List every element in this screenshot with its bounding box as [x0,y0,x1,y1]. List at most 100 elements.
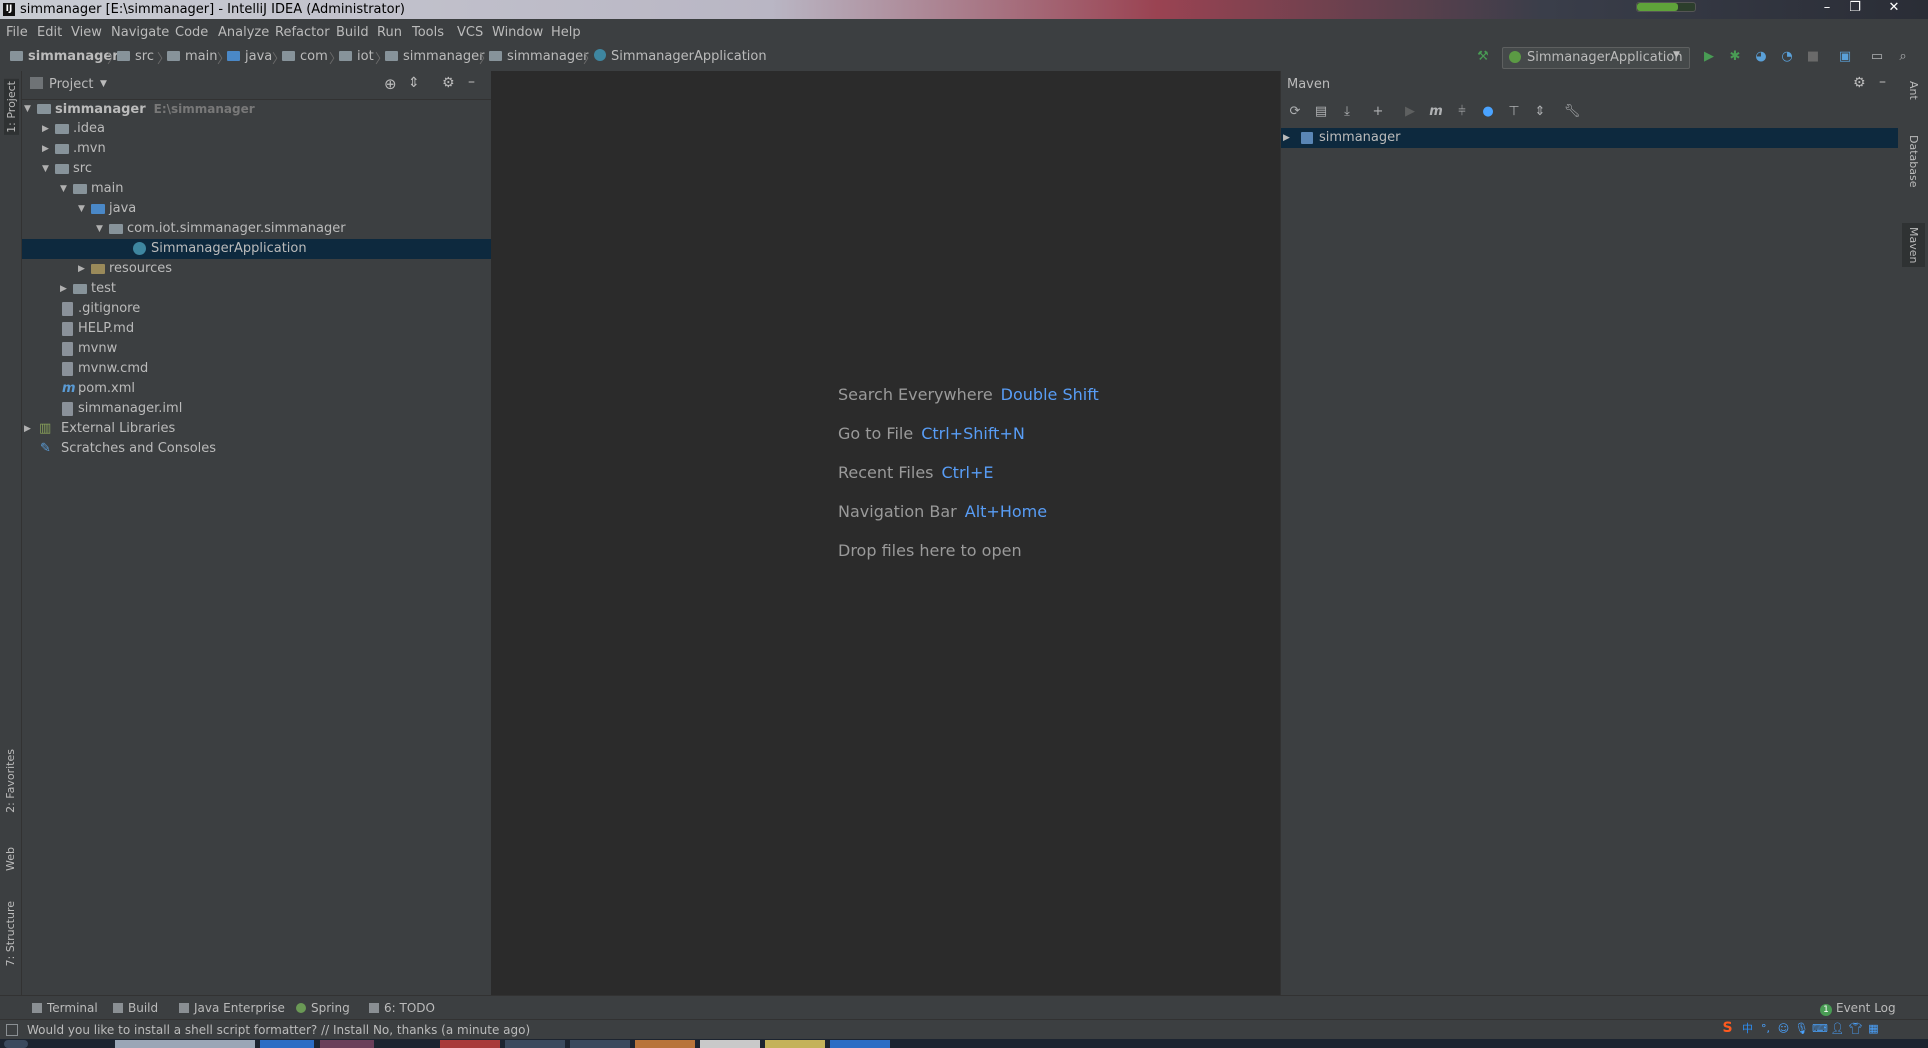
taskbar-app[interactable] [700,1040,760,1048]
start-button[interactable] [4,1040,28,1048]
coverage-icon[interactable]: ◕ [1752,48,1770,66]
show-dependencies-icon[interactable]: ⊤ [1505,103,1523,121]
menu-run[interactable]: Run [377,25,402,40]
menu-file[interactable]: File [6,25,28,40]
gear-icon[interactable]: ⚙ [1853,75,1866,91]
tree-item-simmanager-application[interactable]: SimmanagerApplication [22,239,491,259]
taskbar-app[interactable] [115,1040,255,1048]
editor-area[interactable]: Search Everywhere Double Shift Go to File… [492,71,1278,995]
presentation-mode-icon[interactable]: ▭ [1868,48,1886,66]
taskbar-app[interactable] [505,1040,565,1048]
taskbar-app[interactable] [830,1040,890,1048]
tool-windows-toggle-icon[interactable] [6,1024,18,1036]
tab-ant[interactable]: Ant [1907,81,1920,100]
tree-item-src[interactable]: ▼ src [22,159,491,179]
wrench-icon[interactable]: 🔧︎ [1563,103,1581,121]
breadcrumb-java[interactable]: java [227,49,272,64]
breadcrumb-simmanager-1[interactable]: simmanager [385,49,484,64]
close-button[interactable]: ✕ [1878,0,1910,17]
execute-goal-icon[interactable]: m [1427,103,1445,121]
tab-todo[interactable]: 6: TODO [369,1001,435,1015]
tree-item-java[interactable]: ▼ java [22,199,491,219]
stop-icon[interactable]: ■ [1804,48,1822,66]
menu-analyze[interactable]: Analyze [218,25,269,40]
tab-project[interactable]: 1: Project [4,79,19,135]
tab-spring[interactable]: Spring [296,1001,350,1015]
tree-item-resources[interactable]: ▶ resources [22,259,491,279]
skin-shirt-icon[interactable]: 👕︎ [1848,1021,1863,1036]
tree-item-idea[interactable]: ▶ .idea [22,119,491,139]
punctuation-icon[interactable]: °, [1758,1021,1773,1036]
taskbar-app[interactable] [440,1040,500,1048]
collapse-all-icon[interactable]: ⇕ [1531,103,1549,121]
tree-item-pom-xml[interactable]: m pom.xml [22,379,491,399]
tab-database[interactable]: Database [1907,135,1920,188]
menu-navigate[interactable]: Navigate [111,25,169,40]
taskbar-app[interactable] [635,1040,695,1048]
breadcrumb-class[interactable]: SimmanagerApplication [594,49,767,64]
tree-item-scratches[interactable]: ✎ Scratches and Consoles [22,439,491,459]
debug-bug-icon[interactable]: ✱ [1726,48,1744,66]
gear-icon[interactable]: ⚙ [442,75,455,91]
run-icon[interactable]: ▶ [1401,103,1419,121]
search-icon[interactable]: ⌕ [1894,48,1912,66]
maven-project-row[interactable]: ▶ simmanager [1281,128,1899,148]
tab-maven[interactable]: Maven [1902,223,1925,268]
breadcrumb-com[interactable]: com [282,49,328,64]
status-message[interactable]: Would you like to install a shell script… [27,1023,530,1037]
tree-item-main[interactable]: ▼ main [22,179,491,199]
tab-structure[interactable]: 7: Structure [4,901,17,966]
breadcrumb-simmanager-2[interactable]: simmanager [489,49,588,64]
add-icon[interactable]: + [1369,103,1387,121]
taskbar-app[interactable] [765,1040,825,1048]
run-configuration-selector[interactable]: SimmanagerApplication ▼ [1502,47,1690,69]
ime-chinese-mode[interactable]: 中 [1740,1021,1755,1036]
hide-panel-icon[interactable]: – [1879,74,1886,90]
menu-build[interactable]: Build [336,25,369,40]
download-icon[interactable]: ⤓ [1338,103,1356,121]
breadcrumb-iot[interactable]: iot [339,49,374,64]
tree-item-test[interactable]: ▶ test [22,279,491,299]
locate-file-icon[interactable]: ⊕ [384,75,397,93]
tree-item-mvnw[interactable]: mvnw [22,339,491,359]
project-view-selector[interactable]: Project [49,77,93,92]
breadcrumb-main[interactable]: main [167,49,217,64]
menu-edit[interactable]: Edit [37,25,62,40]
skip-tests-icon[interactable]: ● [1479,103,1497,121]
reload-icon[interactable]: ⟳ [1286,103,1304,121]
generate-sources-icon[interactable]: ▤ [1312,103,1330,121]
toggle-offline-icon[interactable]: ⫩ [1453,103,1471,121]
menu-refactor[interactable]: Refactor [275,25,330,40]
tree-item-external-libraries[interactable]: ▶ ▥ External Libraries [22,419,491,439]
tab-build[interactable]: Build [113,1001,158,1015]
keyboard-icon[interactable]: ⌨ [1812,1021,1828,1036]
menu-help[interactable]: Help [551,25,581,40]
run-icon[interactable]: ▶ [1700,48,1718,66]
taskbar-app[interactable] [570,1040,630,1048]
sogou-ime-icon[interactable]: S [1720,1021,1735,1036]
breadcrumb-project[interactable]: simmanager [10,49,119,64]
emoji-icon[interactable]: ☺ [1776,1021,1791,1036]
tree-item-help-md[interactable]: HELP.md [22,319,491,339]
tab-java-enterprise[interactable]: Java Enterprise [179,1001,285,1015]
tree-item-simmanager[interactable]: ▼ simmanager E:\simmanager [22,99,491,119]
event-log-button[interactable]: 1 Event Log [1820,1001,1896,1016]
chevron-down-icon[interactable]: ▼ [100,79,107,89]
tree-item-mvn[interactable]: ▶ .mvn [22,139,491,159]
minimize-button[interactable]: – [1814,0,1840,17]
collapse-all-icon[interactable]: ⇕ [408,75,420,91]
menu-code[interactable]: Code [175,25,208,40]
tab-favorites[interactable]: 2: Favorites [4,749,17,813]
taskbar-app[interactable] [320,1040,374,1048]
tab-web[interactable]: Web [4,847,17,871]
tree-item-mvnw-cmd[interactable]: mvnw.cmd [22,359,491,379]
menu-view[interactable]: View [71,25,102,40]
profile-icon[interactable]: ◔ [1778,48,1796,66]
tree-item-package[interactable]: ▼ com.iot.simmanager.simmanager [22,219,491,239]
hide-panel-icon[interactable]: – [468,74,475,90]
project-structure-icon[interactable]: ▣ [1836,48,1854,66]
user-icon[interactable]: 👤︎ [1830,1021,1845,1036]
breadcrumb-src[interactable]: src [117,49,154,64]
tree-item-iml[interactable]: simmanager.iml [22,399,491,419]
menu-vcs[interactable]: VCS [457,25,483,40]
